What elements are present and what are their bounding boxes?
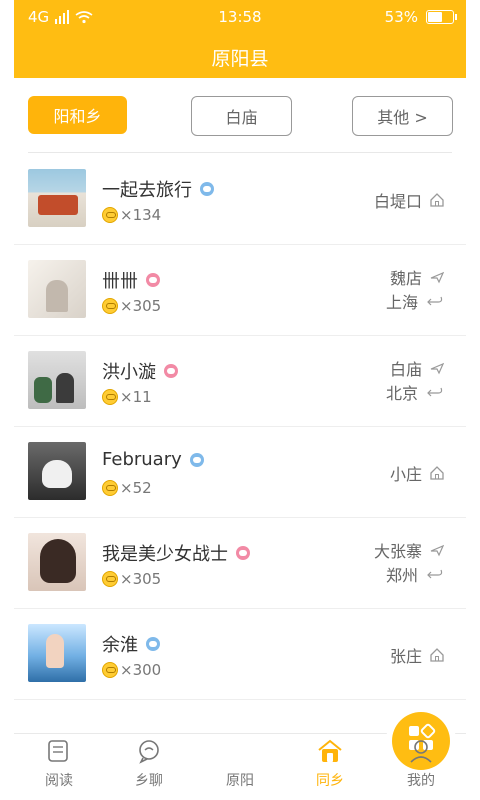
plane-icon [430,543,444,557]
user-name: 我是美少女战士 [102,544,228,565]
origin-location: 魏店 [389,269,422,288]
coin-icon [102,389,118,405]
coin-icon [102,571,118,587]
coin-icon [102,662,118,678]
nav-label: 阅读 [45,773,73,789]
chat-icon [139,740,159,764]
avatar[interactable] [28,169,86,227]
nav-yuanyang[interactable]: 原阳 [195,712,450,800]
house-icon [318,739,342,762]
user-name: 一起去旅行 [102,180,192,201]
avatar[interactable] [28,624,86,682]
status-bar: 4G 13:58 53% [14,0,466,34]
battery-icon [426,10,457,24]
coin-icon [102,298,118,314]
township-tabs: 阳和乡 白庙 其他 > [14,96,466,136]
list-item[interactable]: 一起去旅行 ×134 白堤口 [14,154,466,245]
coins: ×134 [102,206,161,224]
home-icon [430,193,444,207]
page-title: 原阳县 [211,48,269,70]
plane-icon [430,270,444,284]
avatar[interactable] [28,351,86,409]
coin-count: ×305 [120,297,162,315]
user-icon [410,740,432,763]
nav-me[interactable]: 我的 [376,734,466,800]
location-route: 白庙 北京 [386,356,444,404]
location-name: 小庄 [389,465,422,484]
female-icon [146,273,160,287]
battery-percent: 53% [384,8,418,26]
list-item[interactable]: 余淮 ×300 张庄 [14,609,466,700]
user-name-row: 卌卌 [102,267,160,293]
book-icon [48,740,68,762]
user-name: 洪小漩 [102,362,156,383]
nav-reading[interactable]: 阅读 [14,734,104,800]
nav-label: 乡聊 [135,773,163,789]
plane-icon [430,361,444,375]
location-route: 大张寨 郑州 [374,538,444,586]
coins: ×52 [102,479,152,497]
list-item[interactable]: February ×52 小庄 [14,427,466,518]
user-name-row: 洪小漩 [102,358,178,384]
header: 4G 13:58 53% 原阳县 [14,0,466,78]
coins: ×11 [102,388,152,406]
divider [28,152,452,153]
coin-count: ×134 [120,206,162,224]
avatar[interactable] [28,260,86,318]
tab-baimiao[interactable]: 白庙 [191,96,292,136]
destination-location: 北京 [385,384,418,403]
nav-chat[interactable]: 乡聊 [104,734,194,800]
destination-location: 郑州 [385,566,418,585]
destination-location: 上海 [385,293,418,312]
nav-label: 原阳 [226,773,254,789]
coins: ×305 [102,297,161,315]
coin-count: ×11 [120,388,152,406]
coins: ×300 [102,661,161,679]
male-icon [200,182,214,196]
location-route: 魏店 上海 [386,265,444,313]
origin-location: 大张寨 [373,542,422,561]
user-name-row: 我是美少女战士 [102,540,250,566]
male-icon [146,637,160,651]
male-icon [189,452,204,467]
coin-icon [102,480,118,496]
avatar[interactable] [28,533,86,591]
nav-hometown[interactable]: 同乡 [285,734,375,800]
return-arrow-icon [426,567,444,581]
location-name: 张庄 [389,647,422,666]
user-name: February [102,449,182,470]
location: 小庄 [390,461,444,485]
user-name-row: 一起去旅行 [102,176,214,202]
tab-yanghexiang[interactable]: 阳和乡 [28,96,127,134]
location: 白堤口 [374,188,444,212]
female-icon [164,364,178,378]
user-name: 卌卌 [102,271,138,292]
coin-count: ×52 [120,479,152,497]
home-icon [430,648,444,662]
return-arrow-icon [426,294,444,308]
coin-count: ×300 [120,661,162,679]
female-icon [236,546,250,560]
list-item[interactable]: 洪小漩 ×11 白庙 北京 [14,336,466,427]
location-name: 白堤口 [373,192,422,211]
status-right: 53% [384,8,457,26]
coin-icon [102,207,118,223]
nav-label: 同乡 [316,773,344,789]
coin-count: ×305 [120,570,162,588]
bottom-nav: 阅读 乡聊 原阳 同乡 我的 [14,712,466,800]
user-name-row: 余淮 [102,631,160,657]
app-frame: 4G 13:58 53% 原阳县 阳和乡 白庙 其他 > 一起去旅行 ×134 … [14,0,466,800]
return-arrow-icon [426,385,444,399]
nav-label: 我的 [407,773,435,789]
location: 张庄 [390,643,444,667]
avatar[interactable] [28,442,86,500]
tab-other[interactable]: 其他 > [352,96,453,136]
list-item[interactable]: 我是美少女战士 ×305 大张寨 郑州 [14,518,466,609]
home-icon [430,466,444,480]
coins: ×305 [102,570,161,588]
origin-location: 白庙 [389,360,422,379]
user-name-row: February [102,449,204,470]
user-name: 余淮 [102,635,138,656]
list-item[interactable]: 卌卌 ×305 魏店 上海 [14,245,466,336]
